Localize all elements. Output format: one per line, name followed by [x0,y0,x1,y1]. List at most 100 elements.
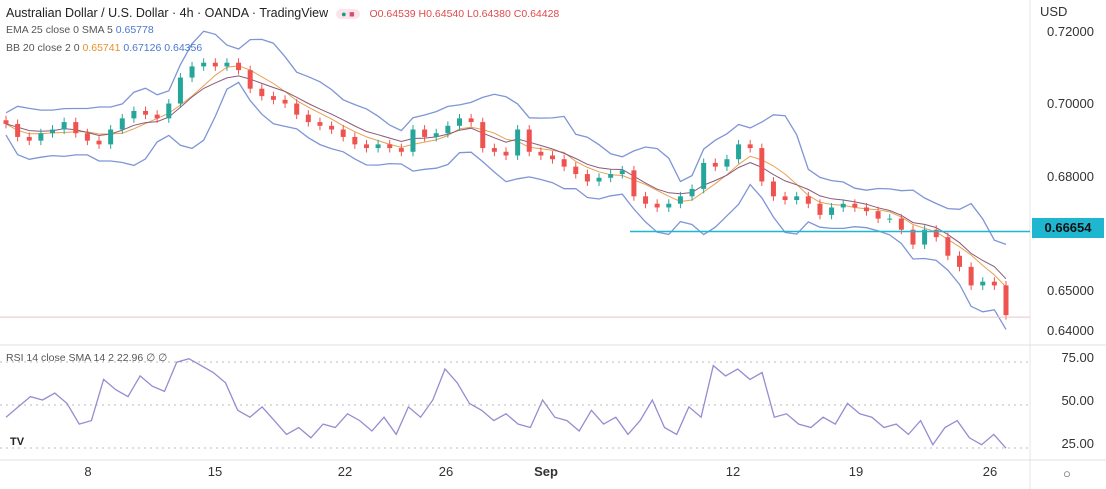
candle [701,162,707,189]
currency-label[interactable]: USD [1040,4,1067,19]
candle [282,99,288,104]
ohlc-high: H0.64540 [418,8,465,20]
candle [759,148,765,182]
rsi-legend[interactable]: RSI 14 close SMA 14 2 22.96 ∅ ∅ [6,352,167,364]
candle [794,196,800,201]
candle [480,122,486,149]
candle [747,144,753,149]
candle [224,62,230,67]
ema-legend[interactable]: EMA 25 close 0 SMA 5 0.65778 [6,24,154,36]
candle [259,88,265,97]
candle [398,148,404,152]
tradingview-logo[interactable]: TV [10,436,24,448]
ema-label: EMA 25 close 0 SMA 5 [6,24,113,36]
rsi-tick: 25.00 [1061,436,1094,451]
candle [433,133,439,137]
candle [247,70,253,89]
ohlc-low: L0.64380 [467,8,511,20]
legend-title: Australian Dollar / U.S. Dollar · 4h · O… [6,6,559,20]
ema-line [5,75,1007,280]
candle [619,170,625,175]
candle [363,144,369,149]
candle [666,203,672,208]
rsi-line [5,358,1007,449]
price-tick: 0.68000 [1047,169,1094,184]
ohlc-close: C0.64428 [513,8,560,20]
candle [119,118,125,130]
time-tick: 22 [337,464,353,479]
candle [596,177,602,182]
candle [3,120,9,124]
rsi-extra: ∅ ∅ [146,352,168,364]
candle [817,203,823,215]
bb-legend[interactable]: BB 20 close 2 0 0.65741 0.67126 0.64356 [6,42,202,54]
candle [387,144,393,149]
candle [108,129,114,145]
candle [340,129,346,137]
candle [515,129,521,156]
candle [643,196,649,204]
time-tick: 8 [84,464,92,479]
candle [329,125,335,130]
candle [96,140,102,145]
chart-canvas[interactable] [0,0,1106,489]
status-pill: ● ■ [336,9,360,19]
candle [608,174,614,178]
candle [712,162,718,167]
candle [38,133,44,141]
candle [154,114,160,119]
candle [375,144,381,149]
candle [201,62,207,67]
settings-icon[interactable]: ○ [1063,466,1071,481]
candle [561,159,567,167]
candle [305,114,311,123]
candle [991,281,997,286]
time-tick: 26 [438,464,454,479]
candle [968,266,974,286]
candle [456,118,462,126]
rsi-tick: 50.00 [1061,393,1094,408]
candle [980,281,986,286]
candle [491,148,497,152]
bb-basis-line [5,65,1007,288]
candle [863,207,869,212]
candle [503,151,509,156]
candle [189,66,195,78]
candle [422,129,428,137]
price-tick: 0.64000 [1047,323,1094,338]
candle [236,62,242,71]
candle [84,133,90,141]
rsi-label: RSI 14 close SMA 14 2 [6,352,114,364]
candle [352,136,358,145]
time-tick: 19 [848,464,864,479]
candle [654,203,660,208]
price-tick: 0.65000 [1047,283,1094,298]
candle [445,125,451,134]
rsi-value: 22.96 [116,352,144,364]
bb-label: BB 20 close 2 0 [6,42,80,54]
level-price-label: 0.66654 [1032,218,1104,238]
bb-basis: 0.65741 [82,42,121,54]
bb-upper: 0.67126 [123,42,162,54]
candle [852,203,858,208]
candle [782,196,788,201]
candle [50,129,56,134]
candle [143,110,149,115]
candle [270,96,276,100]
candle [131,110,137,119]
candle [736,144,742,160]
candle [689,188,695,197]
candle [805,196,811,204]
candle [73,122,79,134]
candle [15,123,21,137]
candle [538,151,544,156]
time-tick: 26 [982,464,998,479]
candle [177,77,183,104]
candle [1003,285,1009,316]
candle [61,122,67,130]
chart-area[interactable]: Australian Dollar / U.S. Dollar · 4h · O… [0,0,1106,489]
candle [956,255,962,267]
candle [631,170,637,197]
time-tick: 12 [725,464,741,479]
candle [468,118,474,123]
